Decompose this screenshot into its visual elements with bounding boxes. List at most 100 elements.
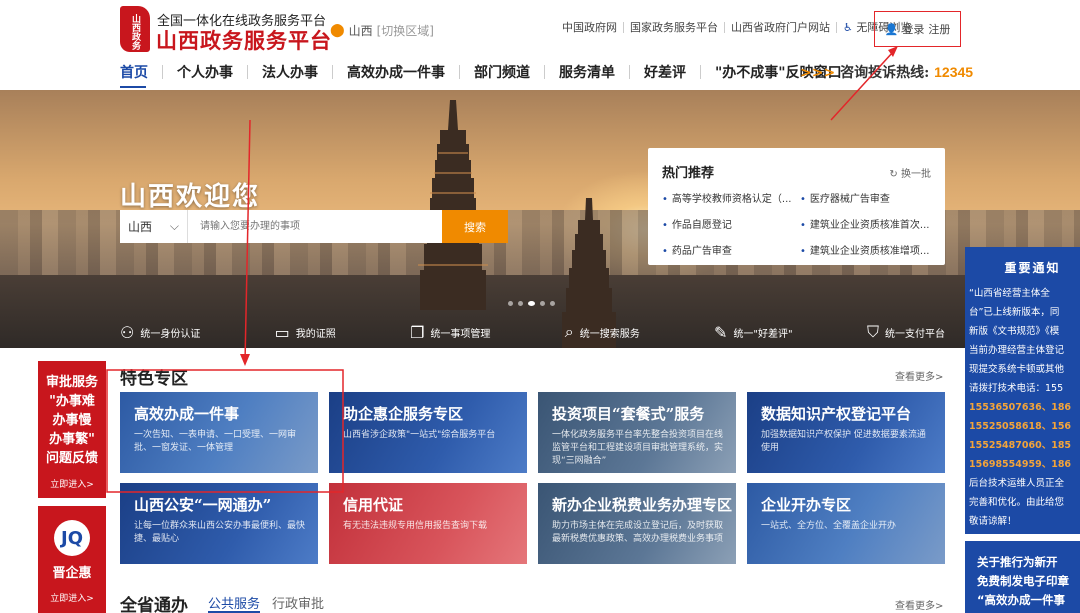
login-link[interactable]: 登录 — [902, 21, 924, 37]
hotline-label: 咨询投诉热线: — [840, 65, 930, 81]
e-seal-notice-panel[interactable]: 关于推行为新开 免费制发电子印章 “高效办成一件事 — [965, 541, 1080, 613]
refresh-button[interactable]: ↻ 换一批 — [889, 165, 931, 180]
carousel-dot[interactable] — [508, 301, 513, 306]
search-button[interactable]: 搜索 — [442, 210, 508, 243]
important-notice-panel[interactable]: 重要通知 “山西省经营主体全 台”已上线新版本，同 新版《文书规范》《模 当前办… — [965, 247, 1080, 534]
notice2-line: “高效办成一件事 — [977, 593, 1066, 607]
id-card-icon: ▭ — [274, 322, 290, 342]
location-pin-icon: ⬤ — [330, 23, 345, 38]
notice-line: “山西省经营主体全 — [969, 288, 1050, 299]
card-enterprise-support[interactable]: 助企惠企服务专区 山西省涉企政策"一站式"综合服务平台 — [329, 392, 527, 473]
card-title: 山西公安“一网通办” — [134, 496, 272, 514]
nav-personal[interactable]: 个人办事 — [163, 62, 247, 82]
hot-item[interactable]: 高等学校教师资格认定（... — [662, 190, 796, 205]
notice-phone: 15525058618、156 — [969, 421, 1072, 432]
card-credit[interactable]: 信用代证 有无违法违规专用信用报告查询下载 — [329, 483, 527, 564]
unified-services-bar: ⚇ 统一身份认证 ▭ 我的证照 ❐ 统一事项管理 ⌕ 统一搜索服务 ✎ 统一"好差评" ⛉… — [120, 322, 945, 342]
edit-icon: ✎ — [714, 322, 728, 342]
nav-departments[interactable]: 部门频道 — [460, 62, 544, 82]
notice-line: 敬请谅解！ — [969, 516, 1017, 527]
feedback-line: 办事慢 — [52, 413, 92, 428]
tab-admin-approval[interactable]: 行政审批 — [272, 593, 324, 612]
card-title: 新办企业税费业务办理专区 — [552, 496, 733, 514]
featured-more-link[interactable]: 查看更多> — [895, 368, 943, 383]
location-name: 山西 — [348, 24, 373, 38]
hot-item[interactable]: 药品广告审查 — [662, 242, 796, 257]
hot-item[interactable]: 医疗器械广告审查 — [800, 190, 934, 205]
accessibility-icon: ♿ — [843, 21, 853, 34]
chevron-down-icon: ⌵ — [169, 219, 179, 233]
switch-region-link[interactable]: [切换区域] — [377, 22, 434, 39]
card-desc: 一体化政务服务平台率先整合投资项目在线监管平台和工程建设项目审批管理系统，实现“… — [552, 430, 724, 466]
link-national-platform[interactable]: 国家政务服务平台 — [624, 22, 725, 33]
notice-line: 请拨打技术电话：155 — [969, 383, 1064, 394]
carousel-dot-active[interactable] — [528, 301, 535, 306]
user-icon: 👤 — [884, 22, 899, 36]
card-desc: 一次告知、一表申请、一口受理、一网审批、一窗发证、一体管理 — [134, 430, 297, 453]
service-identity[interactable]: ⚇ 统一身份认证 — [120, 323, 200, 342]
carousel-dot[interactable] — [518, 301, 523, 306]
card-desc: 让每一位群众来山西公安办事最便利、最快捷、最贴心 — [134, 521, 306, 544]
card-police[interactable]: 山西公安“一网通办” 让每一位群众来山西公安办事最便利、最快捷、最贴心 — [120, 483, 318, 564]
top-links: 中国政府网 国家政务服务平台 山西省政府门户网站 ♿ 无障碍浏览 — [562, 22, 917, 33]
card-one-thing[interactable]: 高效办成一件事 一次告知、一表申请、一口受理、一网审批、一窗发证、一体管理 — [120, 392, 318, 473]
register-link[interactable]: 注册 — [928, 21, 950, 37]
feedback-float[interactable]: 审批服务 "办事难 办事慢 办事繁" 问题反馈 立即进入> — [38, 361, 106, 498]
notice-line: 当前办理经营主体登记 — [969, 345, 1065, 356]
link-shanxi-portal[interactable]: 山西省政府门户网站 — [725, 22, 837, 33]
hot-item[interactable]: 建筑业企业资质核准增项... — [800, 242, 934, 257]
notice-title: 重要通知 — [1004, 261, 1061, 275]
card-desc: 加强数据知识产权保护 促进数据要素流通使用 — [761, 430, 926, 453]
hotline-number: 12345 — [934, 64, 974, 80]
carousel-dots — [508, 301, 555, 306]
link-gov-cn[interactable]: 中国政府网 — [562, 22, 624, 33]
notice2-line: 关于推行为新开 — [977, 555, 1058, 569]
notice2-line: 免费制发电子印章 — [977, 574, 1069, 588]
card-desc: 有无违法违规专用信用报告查询下载 — [343, 521, 488, 531]
nav-evaluation[interactable]: 好差评 — [630, 62, 700, 82]
service-licenses[interactable]: ▭ 我的证照 — [275, 323, 336, 342]
search-input[interactable] — [188, 210, 442, 243]
tab-public-service[interactable]: 公共服务 — [208, 593, 260, 612]
brand-title[interactable]: 山西政务服务平台 — [156, 25, 332, 55]
card-tax[interactable]: 新办企业税费业务办理专区 助力市场主体在完成设立登记后，及时获取最新税费优惠政策… — [538, 483, 736, 564]
login-register-box: 👤 登录 注册 — [874, 11, 961, 47]
card-title: 企业开办专区 — [761, 496, 852, 514]
documents-icon: ❐ — [410, 322, 425, 342]
nav-one-thing[interactable]: 高效办成一件事 — [333, 62, 459, 82]
card-title: 投资项目“套餐式”服务 — [552, 405, 705, 423]
service-search[interactable]: ⌕ 统一搜索服务 — [565, 322, 640, 342]
service-payment[interactable]: ⛉ 统一支付平台 — [867, 322, 945, 342]
card-title: 信用代证 — [343, 496, 404, 514]
notice-line: 现提交系统卡顿或其他 — [969, 364, 1065, 375]
site-logo[interactable]: 山西政务 — [120, 6, 150, 52]
jqh-enter-link[interactable]: 立即进入> — [38, 591, 106, 604]
card-investment[interactable]: 投资项目“套餐式”服务 一体化政务服务平台率先整合投资项目在线监管平台和工程建设… — [538, 392, 736, 473]
card-business-startup[interactable]: 企业开办专区 一站式、全方位、全覆盖企业开办 — [747, 483, 945, 564]
hero-banner: 山西欢迎您 山西 ⌵ 搜索 热门推荐 ↻ 换一批 高等学校教师资格认定（... … — [0, 90, 1080, 348]
main-nav: 首页 个人办事 法人办事 高效办成一件事 部门频道 服务清单 好差评 "办不成事… — [120, 62, 856, 82]
hot-title: 热门推荐 — [662, 166, 715, 181]
feedback-line: 问题反馈 — [45, 451, 98, 466]
search-region-select[interactable]: 山西 ⌵ — [120, 210, 188, 243]
nav-corporate[interactable]: 法人办事 — [248, 62, 332, 82]
feedback-line: 审批服务 — [45, 375, 98, 390]
nav-home[interactable]: 首页 — [120, 62, 162, 82]
service-evaluation[interactable]: ✎ 统一"好差评" — [714, 323, 793, 342]
feedback-line: 办事繁" — [49, 432, 95, 447]
nav-service-list[interactable]: 服务清单 — [545, 62, 629, 82]
hot-item[interactable]: 作品自愿登记 — [662, 216, 796, 231]
notice-phone: 15698554959、186 — [969, 459, 1072, 470]
carousel-dot[interactable] — [550, 301, 555, 306]
card-data-ip[interactable]: 数据知识产权登记平台 加强数据知识产权保护 促进数据要素流通使用 — [747, 392, 945, 473]
jqh-float[interactable]: JQ 晋企惠 立即进入> — [38, 506, 106, 613]
annotation-arrowhead — [240, 354, 250, 366]
notice-phone: 15525487060、185 — [969, 440, 1072, 451]
feedback-enter-link[interactable]: 立即进入> — [38, 477, 106, 490]
jqh-title: 晋企惠 — [52, 566, 92, 581]
location-selector[interactable]: ⬤ 山西 [切换区域] — [330, 22, 434, 39]
carousel-dot[interactable] — [540, 301, 545, 306]
province-more-link[interactable]: 查看更多> — [895, 597, 943, 612]
service-items[interactable]: ❐ 统一事项管理 — [410, 323, 490, 342]
hot-item[interactable]: 建筑业企业资质核准首次... — [800, 216, 934, 231]
